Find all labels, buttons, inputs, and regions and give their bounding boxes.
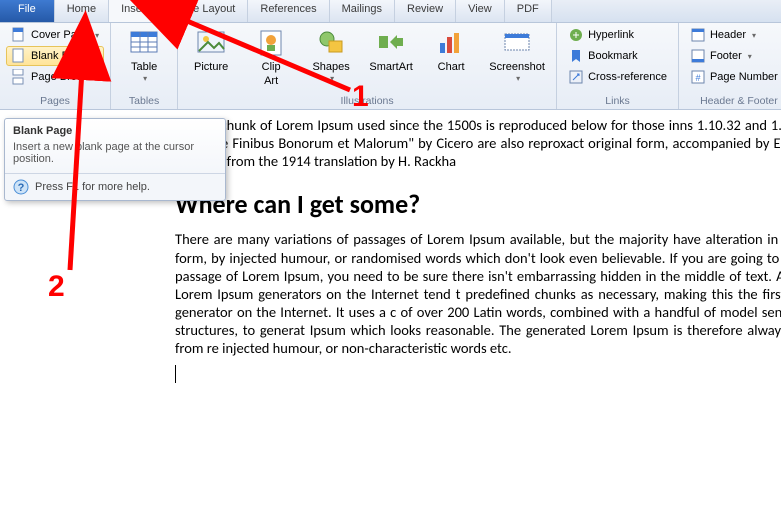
table-button[interactable]: Table ▾ <box>117 25 171 87</box>
dropdown-icon: ▾ <box>752 31 756 40</box>
group-links: Hyperlink Bookmark Cross-reference Links <box>557 23 679 109</box>
hyperlink-icon <box>568 27 584 43</box>
group-tables: Table ▾ Tables <box>111 23 178 109</box>
chart-button[interactable]: Chart <box>424 25 478 89</box>
tooltip-footer: Press F1 for more help. <box>35 181 150 193</box>
group-headerfooter: Header ▾ Footer ▾ # Page Number ▾ <box>679 23 781 109</box>
crossref-label: Cross-reference <box>588 71 667 83</box>
footer-label: Footer <box>710 50 742 62</box>
footer-button[interactable]: Footer ▾ <box>685 46 781 66</box>
help-icon: ? <box>13 179 29 195</box>
tab-mailings[interactable]: Mailings <box>330 0 395 22</box>
chart-icon <box>435 27 467 59</box>
clipart-icon <box>255 27 287 59</box>
table-label: Table <box>131 61 157 73</box>
dropdown-icon: ▾ <box>330 73 334 85</box>
screenshot-button[interactable]: Screenshot ▾ <box>484 25 550 89</box>
dropdown-icon: ▾ <box>516 73 520 85</box>
group-pages-label: Pages <box>6 95 104 109</box>
tab-view[interactable]: View <box>456 0 505 22</box>
header-button[interactable]: Header ▾ <box>685 25 781 45</box>
doc-paragraph-2: There are many variations of passages of… <box>175 230 781 357</box>
tab-file[interactable]: File <box>0 0 55 22</box>
page-break-button[interactable]: Page Break <box>6 67 104 87</box>
tab-bar: File Home Insert Page Layout References … <box>0 0 781 23</box>
tab-review[interactable]: Review <box>395 0 456 22</box>
cover-page-icon <box>11 27 27 43</box>
bookmark-label: Bookmark <box>588 50 638 62</box>
hyperlink-label: Hyperlink <box>588 29 634 41</box>
ribbon-insert: Cover Page ▾ Blank Page Page Break Page <box>0 23 781 110</box>
header-icon <box>690 27 706 43</box>
smartart-icon <box>375 27 407 59</box>
text-cursor <box>175 357 781 386</box>
tab-insert[interactable]: Insert <box>109 0 162 22</box>
doc-heading: Where can I get some? <box>175 188 781 220</box>
smartart-button[interactable]: SmartArt <box>364 25 418 89</box>
cover-page-button[interactable]: Cover Page ▾ <box>6 25 104 45</box>
svg-text:?: ? <box>18 182 25 194</box>
tab-home[interactable]: Home <box>55 0 109 22</box>
dropdown-icon: ▾ <box>143 73 147 85</box>
screenshot-label: Screenshot <box>489 61 545 73</box>
pagenum-icon: # <box>690 69 706 85</box>
shapes-label: Shapes <box>312 61 349 73</box>
table-icon <box>128 27 160 59</box>
smartart-label: SmartArt <box>369 61 412 73</box>
header-label: Header <box>710 29 746 41</box>
clipart-button[interactable]: Clip Art <box>244 25 298 89</box>
page-break-label: Page Break <box>31 71 88 83</box>
shapes-button[interactable]: Shapes ▾ <box>304 25 358 89</box>
doc-paragraph-1: andard chunk of Lorem Ipsum used since t… <box>175 116 781 170</box>
clipart-label-2: Art <box>264 75 278 87</box>
blank-page-tooltip: Blank Page Insert a new blank page at th… <box>4 118 226 201</box>
annotation-number-2: 2 <box>48 270 65 304</box>
page-break-icon <box>11 69 27 85</box>
picture-icon <box>195 27 227 59</box>
dropdown-icon: ▾ <box>748 52 752 61</box>
tooltip-title: Blank Page <box>5 119 225 139</box>
crossref-icon <box>568 69 584 85</box>
blank-page-icon <box>11 48 27 64</box>
cover-page-label: Cover Page <box>31 29 89 41</box>
tab-pagelayout[interactable]: Page Layout <box>162 0 249 22</box>
bookmark-button[interactable]: Bookmark <box>563 46 672 66</box>
tab-references[interactable]: References <box>248 0 329 22</box>
group-pages: Cover Page ▾ Blank Page Page Break Page <box>0 23 111 109</box>
hyperlink-button[interactable]: Hyperlink <box>563 25 672 45</box>
tooltip-body: Insert a new blank page at the cursor po… <box>5 139 225 173</box>
bookmark-icon <box>568 48 584 64</box>
pagenum-label: Page Number <box>710 71 778 83</box>
group-headerfooter-label: Header & Footer <box>685 95 781 109</box>
blank-page-button[interactable]: Blank Page <box>6 46 104 66</box>
picture-button[interactable]: Picture <box>184 25 238 89</box>
group-tables-label: Tables <box>117 95 171 109</box>
chart-label: Chart <box>438 61 465 73</box>
pagenum-button[interactable]: # Page Number ▾ <box>685 67 781 87</box>
screenshot-icon <box>501 27 533 59</box>
clipart-label-1: Clip <box>262 61 281 73</box>
footer-icon <box>690 48 706 64</box>
blank-page-label: Blank Page <box>31 50 87 62</box>
tab-pdf[interactable]: PDF <box>505 0 552 22</box>
crossref-button[interactable]: Cross-reference <box>563 67 672 87</box>
group-links-label: Links <box>563 95 672 109</box>
annotation-number-1: 1 <box>352 80 369 114</box>
dropdown-icon: ▾ <box>95 31 99 40</box>
picture-label: Picture <box>194 61 228 73</box>
svg-text:#: # <box>695 73 700 83</box>
shapes-icon <box>315 27 347 59</box>
